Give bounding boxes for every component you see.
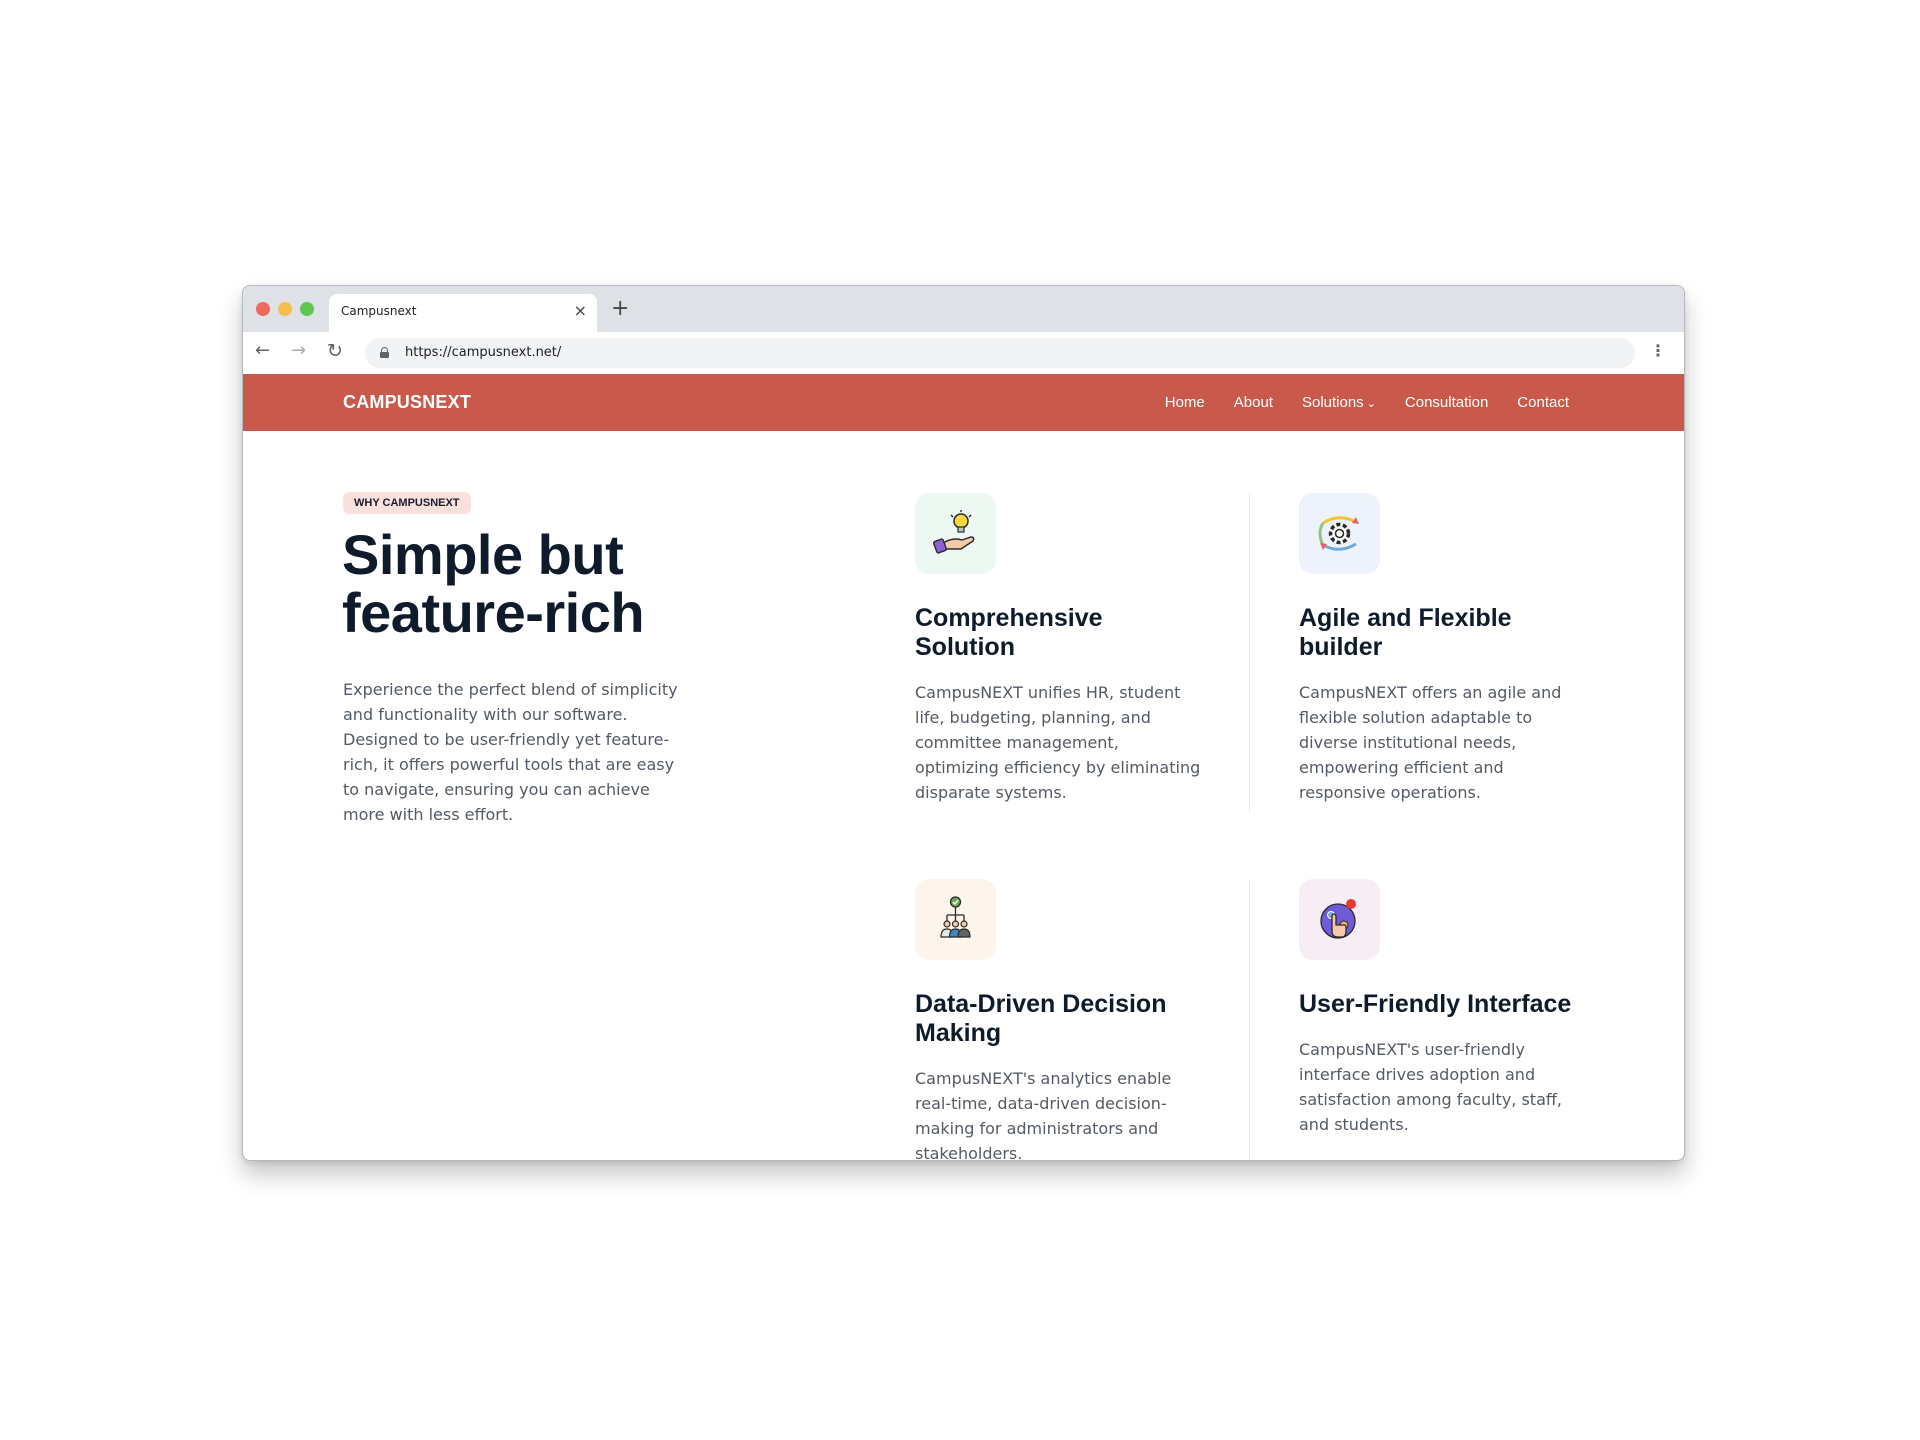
tab-title: Campusnext	[341, 304, 417, 318]
column-divider	[1249, 493, 1250, 813]
team-decision-icon	[940, 896, 971, 938]
page-content: WHY CAMPUSNEXT Simple but feature-rich E…	[243, 431, 1684, 1161]
site-logo[interactable]: CAMPUSNEXT	[343, 392, 471, 413]
hero-description: Experience the perfect blend of simplici…	[343, 680, 678, 824]
address-bar[interactable]: https://campusnext.net/	[365, 338, 1635, 368]
feature-card: Comprehensive Solution CampusNEXT unifie…	[915, 493, 1205, 805]
feature-title: Agile and Flexible builder	[1299, 604, 1512, 661]
feature-icon-box	[1299, 493, 1380, 574]
browser-menu-icon[interactable]: ⋮	[1650, 341, 1666, 361]
close-tab-icon[interactable]: ×	[574, 301, 587, 321]
forward-arrow-icon[interactable]: →	[291, 340, 306, 362]
column-divider	[1249, 879, 1250, 1160]
reload-icon[interactable]: ↻	[327, 340, 343, 362]
maximize-window-button[interactable]	[300, 302, 314, 316]
browser-window: Campusnext × + ← → ↻ https://campusnext.…	[242, 285, 1685, 1161]
feature-card: User-Friendly Interface CampusNEXT's use…	[1299, 879, 1589, 1137]
feature-card: Agile and Flexible builder CampusNEXT of…	[1299, 493, 1589, 805]
chevron-down-icon: ⌄	[1366, 398, 1376, 410]
browser-toolbar: ← → ↻ https://campusnext.net/ ⋮	[243, 332, 1684, 374]
feature-description: CampusNEXT unifies HR, student life, bud…	[915, 683, 1201, 802]
site-navbar: CAMPUSNEXT Home About Solutions ⌄ Consult…	[243, 374, 1684, 431]
tab-strip: Campusnext × +	[243, 286, 1684, 332]
feature-icon-box	[1299, 879, 1380, 960]
back-arrow-icon[interactable]: ←	[255, 340, 270, 362]
feature-description: CampusNEXT's analytics enable real-time,…	[915, 1069, 1172, 1161]
browser-tab[interactable]: Campusnext ×	[329, 294, 597, 332]
close-window-button[interactable]	[256, 302, 270, 316]
url-text[interactable]: https://campusnext.net/	[405, 345, 561, 360]
feature-icon-box	[915, 493, 996, 574]
nav-home[interactable]: Home	[1165, 394, 1205, 411]
feature-icon-box	[915, 879, 996, 960]
nav-solutions-label: Solutions	[1301, 394, 1364, 411]
nav-consultation[interactable]: Consultation	[1405, 394, 1488, 411]
new-tab-icon[interactable]: +	[611, 298, 629, 320]
section-badge: WHY CAMPUSNEXT	[343, 492, 471, 514]
feature-title: Comprehensive Solution	[915, 604, 1103, 661]
minimize-window-button[interactable]	[278, 302, 292, 316]
feature-title: User-Friendly Interface	[1299, 990, 1572, 1018]
lock-icon	[380, 347, 389, 358]
main-menu: Home About Solutions ⌄ Consultation Conta…	[1165, 394, 1569, 411]
feature-description: CampusNEXT offers an agile and flexible …	[1299, 683, 1562, 802]
nav-solutions[interactable]: Solutions ⌄	[1302, 394, 1376, 411]
nav-contact[interactable]: Contact	[1517, 394, 1569, 411]
page-title: Simple but feature-rich	[342, 523, 645, 644]
lightbulb-hand-icon	[932, 510, 975, 554]
gear-arrows-icon	[1318, 516, 1359, 551]
feature-card: Data-Driven Decision Making CampusNEXT's…	[915, 879, 1205, 1161]
touch-hand-icon	[1320, 899, 1356, 939]
feature-title: Data-Driven Decision Making	[915, 990, 1167, 1047]
feature-description: CampusNEXT's user-friendly interface dri…	[1299, 1040, 1562, 1134]
nav-about[interactable]: About	[1234, 394, 1273, 411]
